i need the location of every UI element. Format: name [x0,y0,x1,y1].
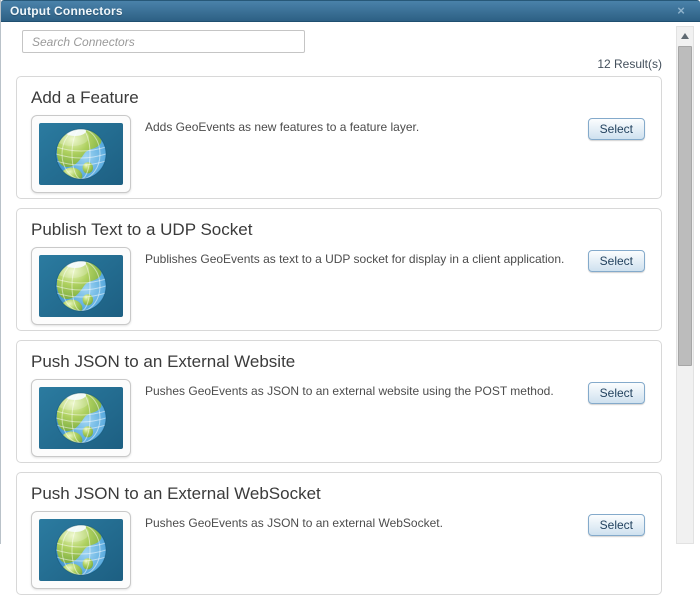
dialog-titlebar[interactable]: Output Connectors × [1,0,700,22]
output-connectors-dialog: Output Connectors × 12 Result(s) Add a F… [0,0,700,595]
dialog-content: 12 Result(s) Add a Feature Adds GeoEvent… [16,22,662,595]
vertical-scrollbar[interactable] [676,26,694,544]
connector-card-publish-text-udp: Publish Text to a UDP Socket Publishes G… [16,208,662,331]
connector-title: Push JSON to an External WebSocket [31,484,321,503]
globe-icon [39,255,123,317]
connector-list: Add a Feature Adds GeoEvents as new feat… [16,76,662,595]
connector-description: Adds GeoEvents as new features to a feat… [145,120,420,134]
select-button[interactable]: Select [587,382,645,404]
connector-title: Publish Text to a UDP Socket [31,220,253,239]
select-button[interactable]: Select [587,118,645,140]
search-input[interactable] [22,30,305,53]
connector-description: Pushes GeoEvents as JSON to an external … [145,384,554,398]
connector-row: Pushes GeoEvents as JSON to an external … [31,511,645,589]
globe-icon [39,123,123,185]
connector-thumbnail [31,379,131,457]
connector-thumbnail [31,115,131,193]
connector-card-push-json-websocket: Push JSON to an External WebSocket Pushe… [16,472,662,595]
connector-thumbnail [31,511,131,589]
connector-row: Publishes GeoEvents as text to a UDP soc… [31,247,645,325]
results-count: 12 Result(s) [597,57,662,71]
globe-icon [39,519,123,581]
connector-title: Add a Feature [31,88,139,107]
scrollbar-thumb[interactable] [678,46,692,366]
connector-description: Publishes GeoEvents as text to a UDP soc… [145,252,565,266]
connector-thumbnail [31,247,131,325]
scroll-up-arrow-icon[interactable] [677,27,693,44]
connector-title: Push JSON to an External Website [31,352,296,371]
select-button[interactable]: Select [587,250,645,272]
select-button[interactable]: Select [587,514,645,536]
close-icon[interactable]: × [674,3,688,19]
connector-card-add-a-feature: Add a Feature Adds GeoEvents as new feat… [16,76,662,199]
connector-row: Adds GeoEvents as new features to a feat… [31,115,645,193]
connector-description: Pushes GeoEvents as JSON to an external … [145,516,443,530]
connector-row: Pushes GeoEvents as JSON to an external … [31,379,645,457]
connector-card-push-json-website: Push JSON to an External Website Pushes … [16,340,662,463]
globe-icon [39,387,123,449]
dialog-title: Output Connectors [10,4,123,18]
